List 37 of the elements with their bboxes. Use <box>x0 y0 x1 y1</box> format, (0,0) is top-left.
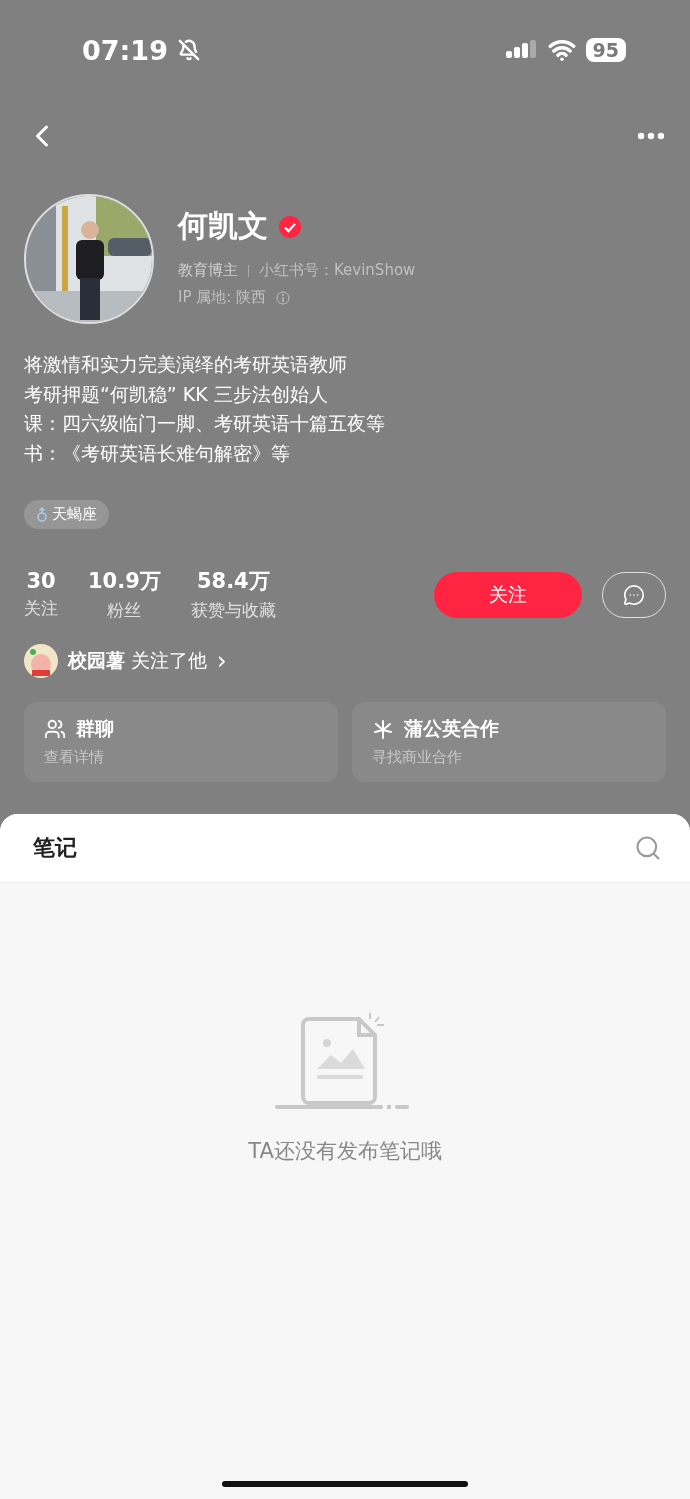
chevron-icon[interactable]: › <box>217 647 227 675</box>
stat-value: 58.4万 <box>196 568 270 595</box>
feature-card[interactable]: 蒲公英合作 寻找商业合作 <box>352 702 666 782</box>
empty-message: TA还没有发布笔记哦 <box>248 1138 442 1165</box>
notes-tab[interactable]: 笔记 <box>33 833 77 863</box>
followed-text: 关注了他 <box>131 648 207 673</box>
zodiac-icon <box>36 506 48 523</box>
bio-line: 考研押题“何凯稳” KK 三步法创始人 <box>24 381 329 407</box>
bio-line: 书：《考研英语长难句解密》等 <box>24 440 291 466</box>
dandelion-icon <box>372 718 394 740</box>
card-subtitle: 寻找商业合作 <box>372 748 463 767</box>
signal-icon <box>505 40 538 60</box>
feature-card[interactable]: 群聊 查看详情 <box>24 702 338 782</box>
tag-label: 天蝎座 <box>52 505 97 524</box>
search-icon[interactable] <box>634 834 662 862</box>
card-title: 群聊 <box>76 716 114 741</box>
bio-line: 将激情和实力完美演绎的考研英语教师 <box>24 352 348 377</box>
people-icon <box>44 718 66 740</box>
ip-location: IP 属地: 陕西 <box>178 288 267 307</box>
profile-id: 小红书号：KevinShow <box>259 261 416 280</box>
stat-value: 10.9万 <box>88 568 161 595</box>
stat-label: 关注 <box>24 597 58 620</box>
bio-line: 课：四六级临门一脚、考研英语十篇五夜等 <box>24 411 386 436</box>
follower-name[interactable]: 校园薯 <box>68 648 125 674</box>
profile-role: 教育博主 <box>178 261 238 280</box>
battery-icon: 95 <box>585 38 626 62</box>
follow-button[interactable]: 关注 <box>434 571 582 618</box>
card-subtitle: 查看详情 <box>44 748 105 767</box>
card-title: 蒲公英合作 <box>404 716 499 741</box>
bell-off-icon <box>177 39 200 61</box>
stat-label: 获赞与收藏 <box>190 599 276 622</box>
stat-label: 粉丝 <box>107 599 142 622</box>
profile-name: 何凯文 <box>178 207 268 245</box>
chat-bubble-icon <box>623 583 645 606</box>
stat-value: 30 <box>26 569 56 593</box>
status-time: 07:19 <box>82 34 168 66</box>
info-icon[interactable] <box>276 290 291 305</box>
